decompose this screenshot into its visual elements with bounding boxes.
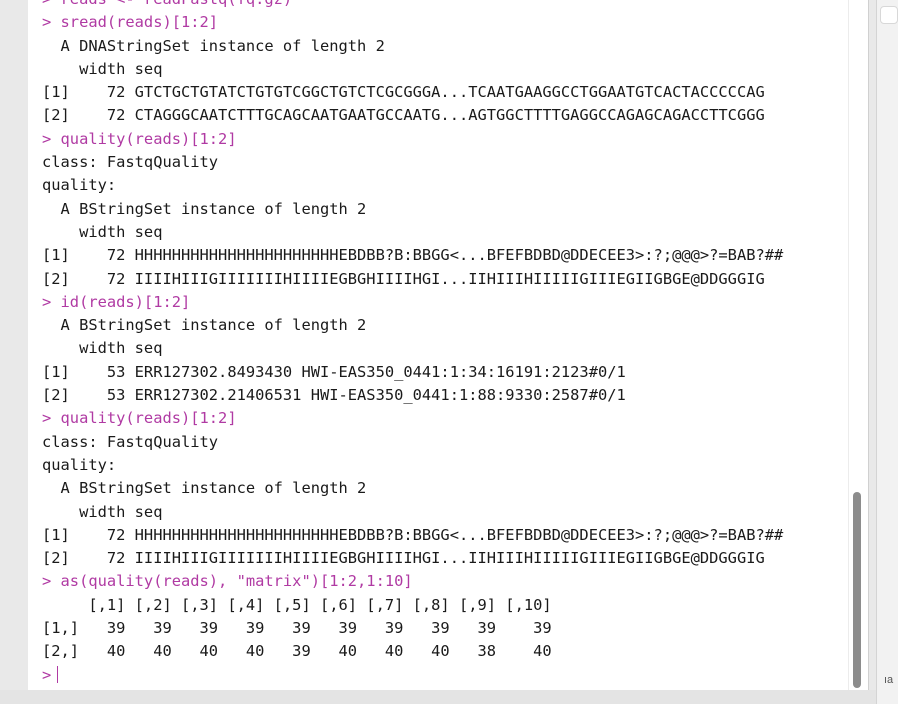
pane-restore-button[interactable]: [880, 6, 898, 24]
console-output-line: [1] 72 HHHHHHHHHHHHHHHHHHHHHHEBDBB?B:BBG…: [42, 525, 784, 544]
console-output-line: [2,] 40 40 40 40 39 40 40 40 38 40: [42, 642, 552, 661]
console-output-line: quality:: [42, 176, 117, 195]
console-output-line: A BStringSet instance of length 2: [42, 199, 367, 218]
bottom-edge: [0, 690, 876, 704]
adjacent-pane: [876, 0, 898, 704]
console-output-line: width seq: [42, 222, 163, 241]
console-output-line: [2] 53 ERR127302.21406531 HWI-EAS350_044…: [42, 386, 626, 405]
console-output-line: width seq: [42, 59, 163, 78]
console-scrollbar-thumb[interactable]: [853, 492, 861, 688]
console-output-line: A BStringSet instance of length 2: [42, 316, 367, 335]
console-command-line: > id(reads)[1:2]: [42, 292, 191, 311]
console-output-line: class: FastqQuality: [42, 432, 219, 451]
console-output-line: [2] 72 CTAGGGCAATCTTTGCAGCAATGAATGCCAATG…: [42, 106, 765, 125]
console-output-line: [1] 72 GTCTGCTGTATCTGTGTCGGCTGTCTCGCGGGA…: [42, 83, 765, 102]
text-cursor: [57, 665, 59, 683]
console-command-line: > quality(reads)[1:2]: [42, 129, 237, 148]
console-output-line: class: FastqQuality: [42, 153, 219, 172]
console-output-line: [1] 72 HHHHHHHHHHHHHHHHHHHHHHEBDBB?B:BBG…: [42, 246, 784, 265]
console-input-line[interactable]: >: [42, 664, 783, 687]
rstudio-window: > reads <- readFastq(fq.gz) > sread(reads…: [0, 0, 898, 704]
prompt-symbol: >: [42, 665, 52, 684]
console-output-line: width seq: [42, 502, 163, 521]
r-console[interactable]: > reads <- readFastq(fq.gz) > sread(reads…: [28, 0, 869, 691]
console-command-line: > reads <- readFastq(fq.gz): [42, 0, 783, 11]
pane-label: ıa: [884, 674, 894, 686]
console-output-line: [2] 72 IIIIHIIIGIIIIIIIHIIIIEGBGHIIIIHGI…: [42, 269, 765, 288]
console-output: > reads <- readFastq(fq.gz) > sread(reads…: [42, 0, 783, 687]
console-output-line: quality:: [42, 455, 117, 474]
console-output-line: A BStringSet instance of length 2: [42, 479, 367, 498]
console-command-line: > sread(reads)[1:2]: [42, 13, 219, 32]
console-command-line: > quality(reads)[1:2]: [42, 409, 237, 428]
console-output-line: [,1] [,2] [,3] [,4] [,5] [,6] [,7] [,8] …: [42, 595, 552, 614]
console-output-line: [1] 53 ERR127302.8493430 HWI-EAS350_0441…: [42, 362, 626, 381]
console-output-line: A DNAStringSet instance of length 2: [42, 36, 385, 55]
console-output-line: [2] 72 IIIIHIIIGIIIIIIIHIIIIEGBGHIIIIHGI…: [42, 549, 765, 568]
console-output-line: width seq: [42, 339, 163, 358]
console-output-line: [1,] 39 39 39 39 39 39 39 39 39 39: [42, 619, 552, 638]
console-command-line: > as(quality(reads), "matrix")[1:2,1:10]: [42, 572, 413, 591]
